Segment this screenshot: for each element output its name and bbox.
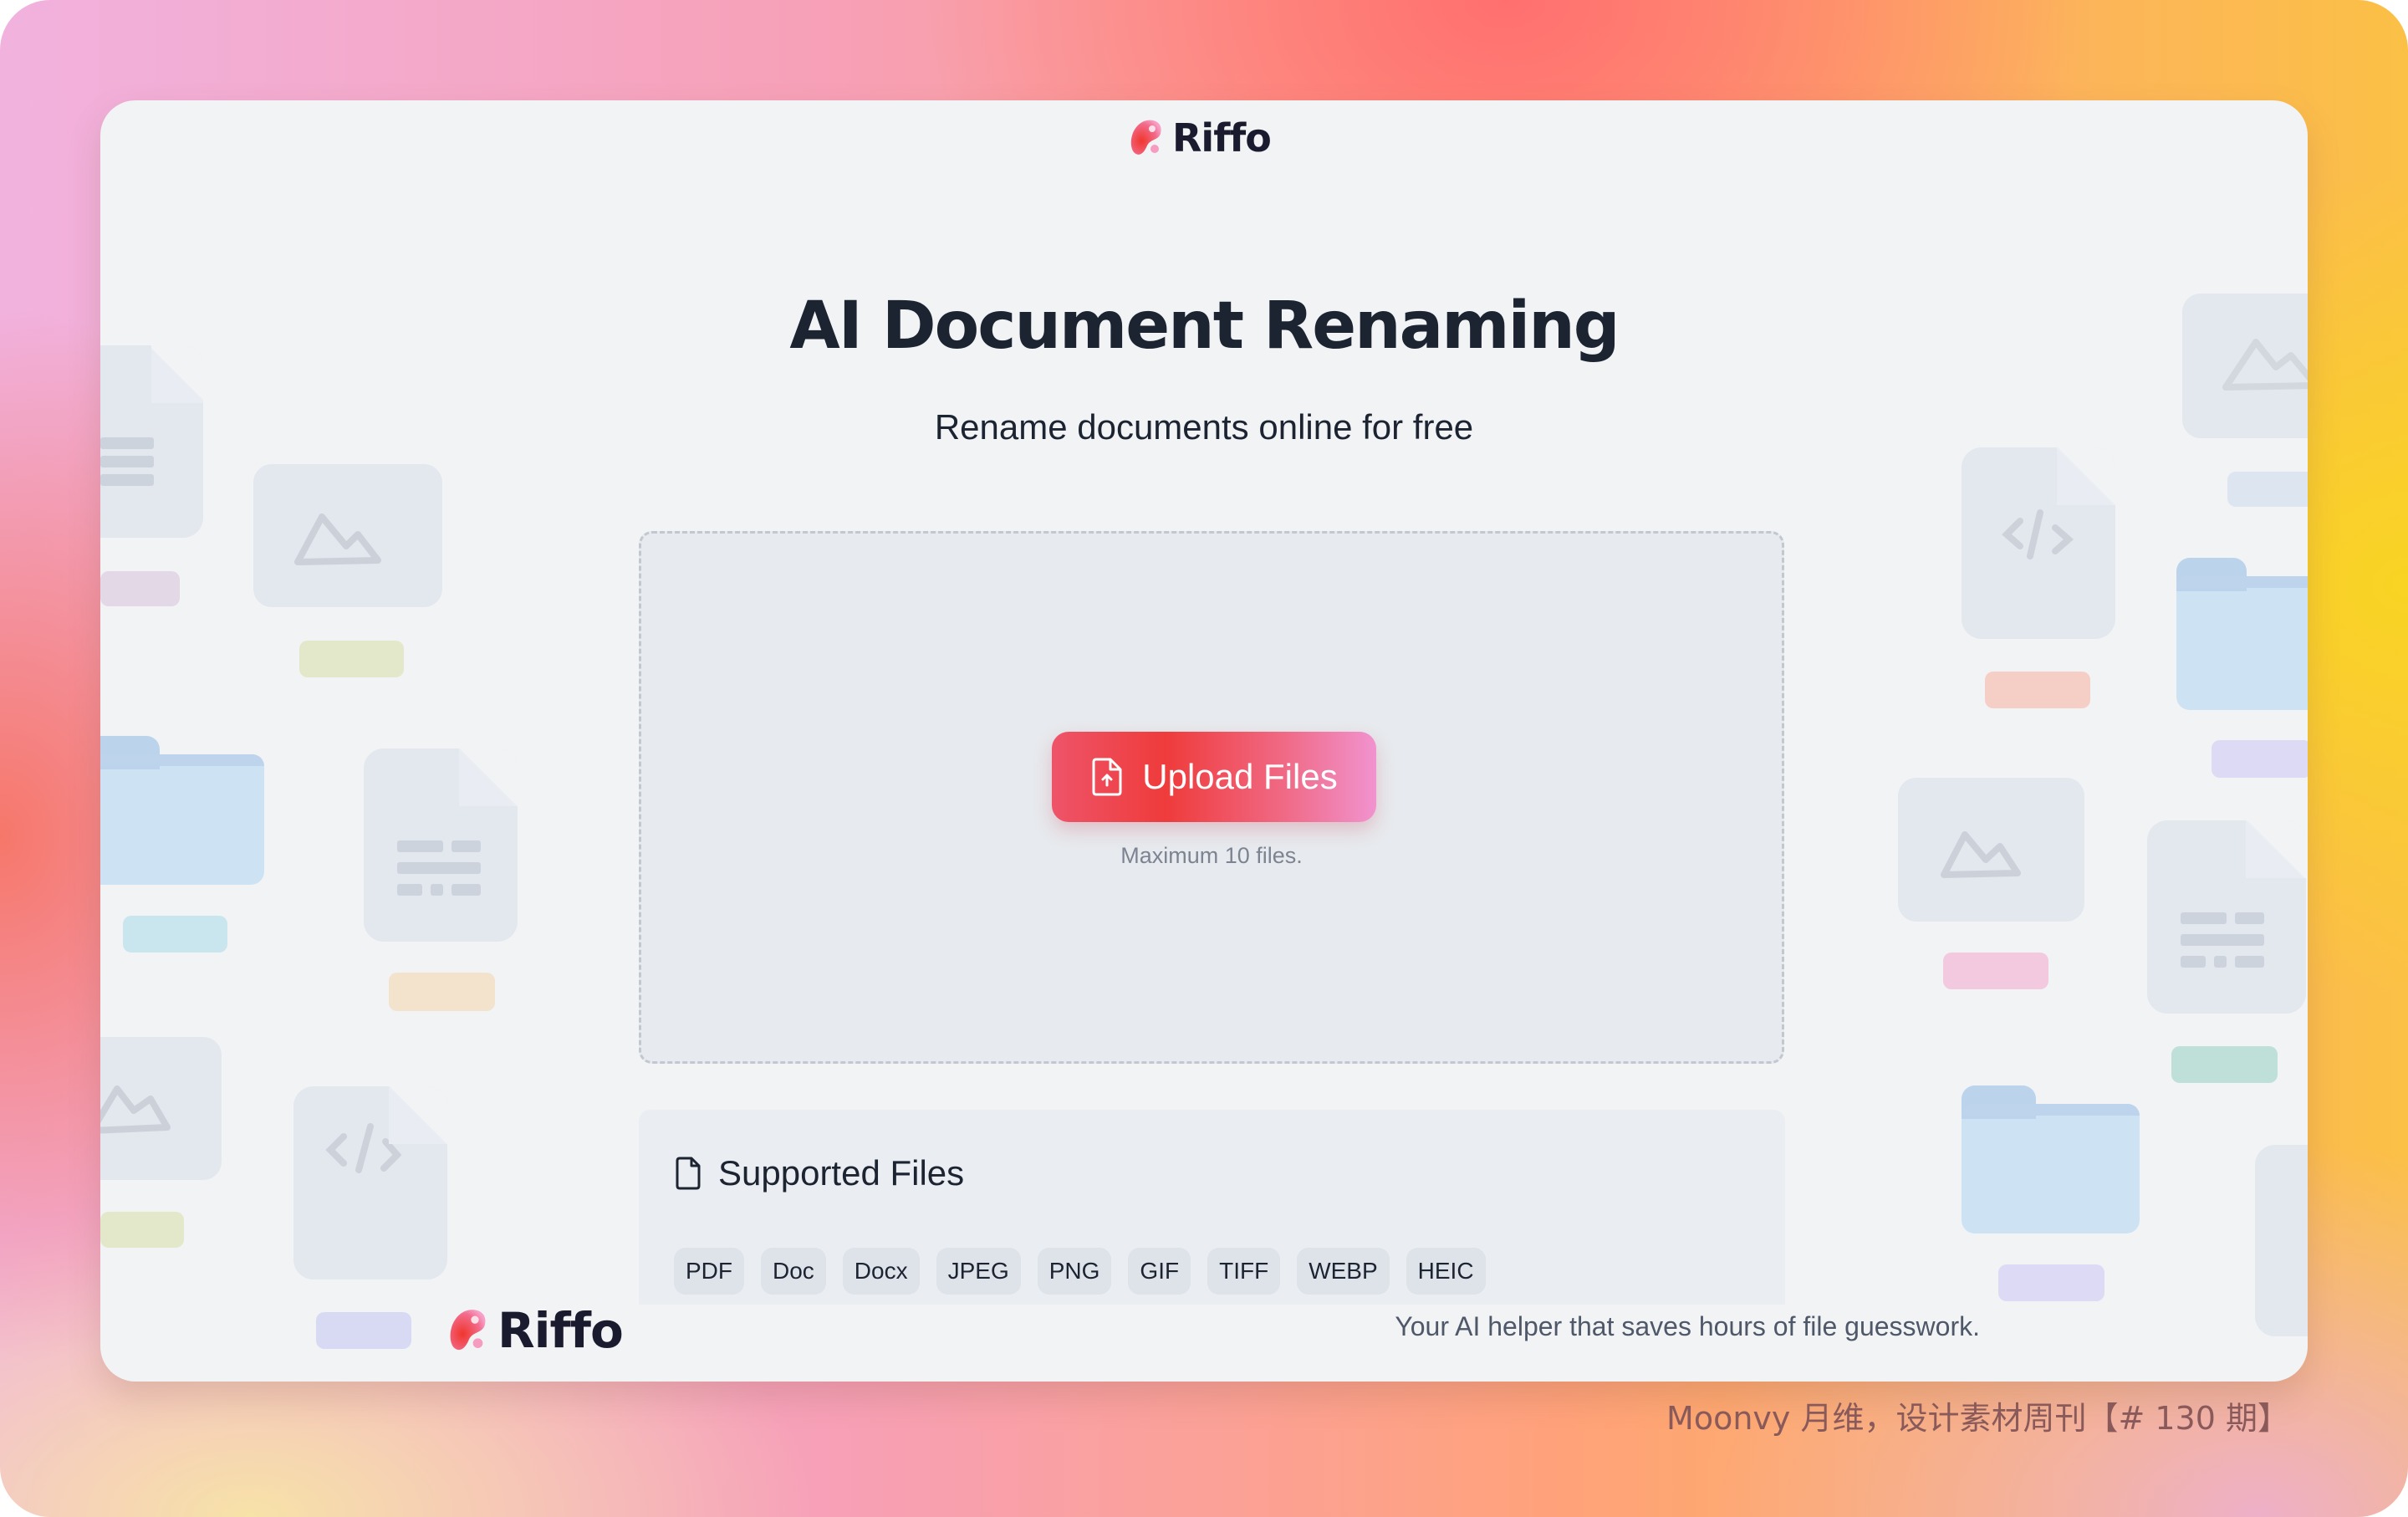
page-title: AI Document Renaming — [789, 289, 1620, 364]
format-chip: GIF — [1128, 1248, 1191, 1295]
footer-logo[interactable]: Riffo — [446, 1302, 624, 1359]
header-logo[interactable]: Riffo — [1127, 115, 1272, 161]
image-icon — [1898, 778, 2084, 922]
label-tag — [2227, 472, 2308, 507]
label-tag — [2212, 740, 2308, 778]
image-icon — [253, 464, 442, 607]
supported-files-title: Supported Files — [718, 1153, 965, 1193]
folder-icon — [100, 736, 264, 885]
format-chip: HEIC — [1406, 1248, 1486, 1295]
label-tag — [123, 916, 227, 953]
label-tag — [2171, 1046, 2278, 1083]
riffo-logo-icon — [446, 1305, 492, 1356]
watermark-text: Moonvy 月维，设计素材周刊【# 130 期】 — [1666, 1400, 2289, 1437]
label-tag — [389, 973, 495, 1011]
upload-limit-note: Maximum 10 files. — [1120, 843, 1303, 868]
label-tag — [1985, 672, 2090, 708]
folder-icon — [2176, 558, 2308, 710]
supported-files-panel: Supported Files PDF Doc Docx JPEG PNG GI… — [639, 1110, 1785, 1305]
folder-icon — [1962, 1085, 2140, 1234]
label-tag — [100, 571, 180, 606]
label-tag — [100, 1212, 184, 1248]
table-doc-icon — [364, 748, 518, 942]
format-chip: WEBP — [1297, 1248, 1390, 1295]
background-frame: Riffo AI Document Renaming Rename docume… — [0, 0, 2408, 1517]
upload-dropzone[interactable]: Upload Files Maximum 10 files. — [639, 531, 1784, 1064]
file-icon — [676, 1157, 701, 1190]
upload-files-button[interactable]: Upload Files — [1052, 732, 1376, 822]
image-icon — [100, 1037, 222, 1180]
page-subtitle: Rename documents online for free — [934, 407, 1474, 447]
file-upload-icon — [1092, 758, 1122, 796]
format-chip: Docx — [842, 1248, 920, 1295]
doc-icon — [2255, 1145, 2308, 1336]
format-chip-list: PDF Doc Docx JPEG PNG GIF TIFF WEBP HEIC — [674, 1248, 1486, 1295]
footer-brand-name: Riffo — [497, 1302, 624, 1359]
footer-tagline: Your AI helper that saves hours of file … — [1395, 1311, 1980, 1341]
format-chip: JPEG — [936, 1248, 1021, 1295]
label-tag — [1998, 1264, 2104, 1301]
riffo-logo-icon — [1127, 117, 1167, 159]
format-chip: Doc — [761, 1248, 826, 1295]
label-tag — [316, 1312, 411, 1349]
format-chip: PDF — [674, 1248, 744, 1295]
label-tag — [299, 641, 404, 677]
upload-files-label: Upload Files — [1142, 757, 1338, 796]
table-doc-icon — [2147, 820, 2306, 1014]
brand-name: Riffo — [1172, 115, 1272, 161]
format-chip: PNG — [1037, 1248, 1112, 1295]
app-window: Riffo AI Document Renaming Rename docume… — [100, 100, 2308, 1382]
code-doc-icon — [1962, 447, 2116, 639]
label-tag — [1943, 953, 2048, 989]
supported-files-header: Supported Files — [675, 1153, 964, 1193]
format-chip: TIFF — [1207, 1248, 1281, 1295]
code-doc-icon — [293, 1086, 448, 1279]
